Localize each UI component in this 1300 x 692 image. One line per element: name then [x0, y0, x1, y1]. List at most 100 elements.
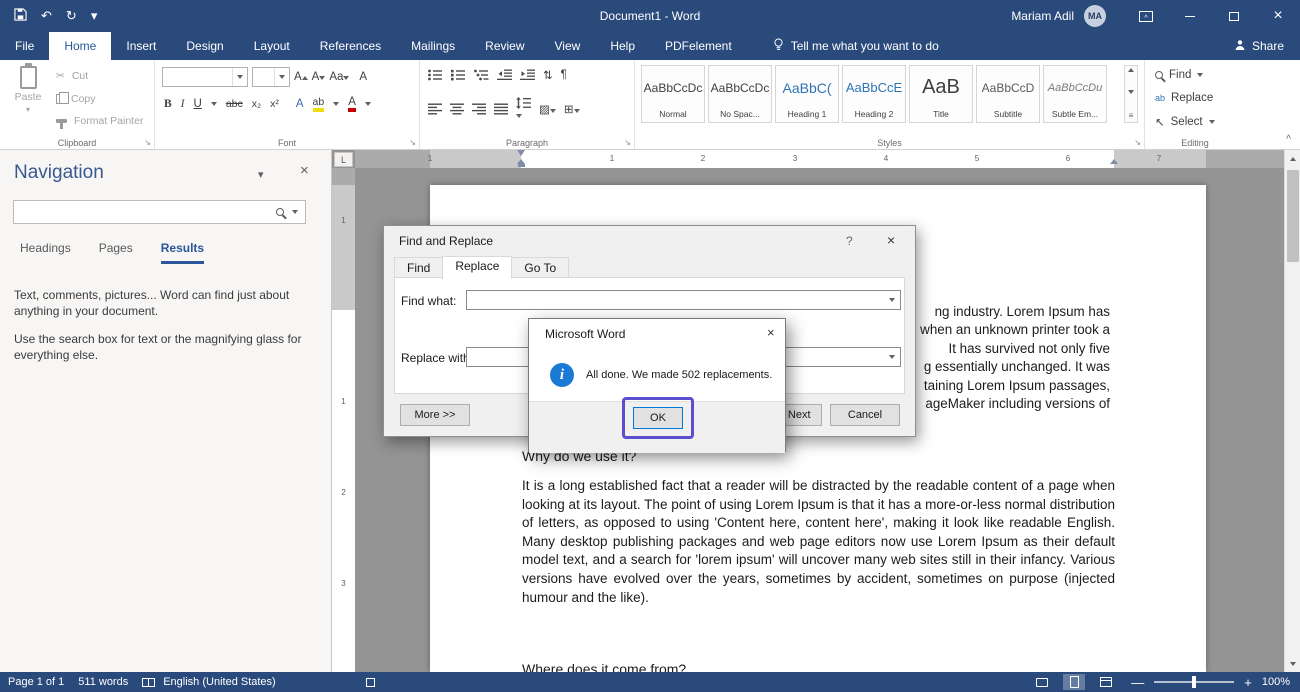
subscript-button[interactable]: x₂ — [252, 98, 261, 110]
proofing-status-button[interactable] — [142, 678, 155, 687]
tab-pdfelement[interactable]: PDFelement — [650, 32, 747, 60]
search-input[interactable] — [14, 201, 276, 223]
align-right-button[interactable] — [472, 103, 486, 115]
bold-button[interactable]: B — [164, 98, 172, 110]
macro-record-button[interactable] — [366, 678, 375, 687]
font-name-combobox[interactable] — [162, 67, 248, 87]
save-button[interactable] — [14, 8, 27, 24]
more-button[interactable]: More >> — [400, 404, 470, 426]
style-subtle-emphasis[interactable]: AaBbCcDuSubtle Em... — [1043, 65, 1107, 123]
close-button[interactable]: × — [1256, 0, 1300, 32]
minimize-button[interactable] — [1168, 0, 1212, 32]
zoom-in-button[interactable]: + — [1244, 675, 1252, 690]
alert-close-icon[interactable]: × — [767, 325, 775, 340]
decrease-indent-button[interactable] — [497, 69, 512, 81]
tab-file[interactable]: File — [0, 32, 49, 60]
strikethrough-button[interactable]: abc — [226, 98, 243, 110]
multilevel-list-button[interactable] — [474, 69, 489, 81]
tab-insert[interactable]: Insert — [111, 32, 171, 60]
tell-me-box[interactable]: Tell me what you want to do — [773, 32, 939, 60]
italic-button[interactable]: I — [181, 98, 185, 110]
cut-button[interactable]: ✂ Cut — [56, 70, 88, 82]
cancel-button[interactable]: Cancel — [830, 404, 900, 426]
style-title[interactable]: AaBTitle — [909, 65, 973, 123]
style-no-spacing[interactable]: AaBbCcDcNo Spac... — [708, 65, 772, 123]
superscript-button[interactable]: x² — [270, 98, 279, 110]
increase-indent-button[interactable] — [520, 69, 535, 81]
font-size-combobox[interactable] — [252, 67, 290, 87]
shading-button[interactable]: ▨ — [539, 102, 556, 116]
dialog-tab-find[interactable]: Find — [394, 257, 443, 279]
clipboard-dialog-launcher-icon[interactable]: ↘ — [144, 138, 151, 147]
style-normal[interactable]: AaBbCcDcNormal — [641, 65, 705, 123]
share-button[interactable]: Share — [1234, 32, 1284, 60]
font-color-button[interactable]: A — [348, 96, 356, 112]
right-indent-marker[interactable] — [1110, 159, 1118, 164]
vertical-ruler[interactable]: 1 1 2 3 — [332, 168, 355, 672]
word-count-label[interactable]: 511 words — [78, 676, 128, 688]
numbering-button[interactable] — [451, 69, 466, 81]
styles-scroll-down-icon[interactable] — [1128, 90, 1134, 94]
tab-layout[interactable]: Layout — [239, 32, 305, 60]
zoom-slider-thumb[interactable] — [1192, 676, 1196, 688]
undo-icon[interactable]: ↶ — [41, 8, 52, 24]
scrollbar-thumb[interactable] — [1287, 170, 1299, 262]
copy-button[interactable]: Copy — [56, 93, 96, 105]
text-effects-button[interactable]: A — [296, 98, 304, 110]
account-user-name[interactable]: Mariam Adil — [1011, 9, 1074, 23]
paragraph-dialog-launcher-icon[interactable]: ↘ — [624, 138, 631, 147]
document-scrollbar[interactable] — [1284, 150, 1300, 672]
language-label[interactable]: English (United States) — [163, 676, 276, 688]
help-icon[interactable]: ? — [846, 234, 853, 248]
maximize-button[interactable] — [1212, 0, 1256, 32]
horizontal-ruler[interactable]: 1 1 2 3 4 5 6 7 — [355, 150, 1284, 168]
sort-button[interactable]: ⇅ — [543, 68, 553, 82]
ok-button[interactable]: OK — [633, 407, 683, 429]
style-subtitle[interactable]: AaBbCcDSubtitle — [976, 65, 1040, 123]
styles-scroll-up-icon[interactable] — [1128, 68, 1134, 72]
show-formatting-marks-button[interactable]: ¶ — [561, 69, 567, 81]
page-count-label[interactable]: Page 1 of 1 — [8, 676, 64, 688]
navigation-close-icon[interactable]: × — [300, 162, 309, 179]
nav-tab-pages[interactable]: Pages — [99, 241, 133, 264]
tab-stop-selector[interactable]: L — [334, 152, 353, 167]
paste-button[interactable]: Paste ▾ — [8, 66, 48, 114]
font-dialog-launcher-icon[interactable]: ↘ — [409, 138, 416, 147]
underline-chevron-icon[interactable] — [211, 102, 217, 106]
tab-mailings[interactable]: Mailings — [396, 32, 470, 60]
redo-icon[interactable]: ↻ — [66, 8, 77, 24]
nav-tab-headings[interactable]: Headings — [20, 241, 71, 264]
styles-dialog-launcher-icon[interactable]: ↘ — [1134, 138, 1141, 147]
web-layout-button[interactable] — [1095, 674, 1117, 690]
tab-review[interactable]: Review — [470, 32, 539, 60]
customize-quick-access-icon[interactable]: ▾ — [91, 8, 98, 24]
borders-button[interactable]: ⊞ — [564, 102, 580, 116]
change-case-button[interactable]: Aa — [329, 71, 349, 83]
tab-home[interactable]: Home — [49, 32, 111, 60]
tab-view[interactable]: View — [540, 32, 596, 60]
tab-references[interactable]: References — [305, 32, 396, 60]
avatar[interactable]: MA — [1084, 5, 1106, 27]
print-layout-button[interactable] — [1063, 674, 1085, 690]
find-what-combobox[interactable] — [466, 290, 901, 310]
align-center-button[interactable] — [450, 103, 464, 115]
dialog-tab-goto[interactable]: Go To — [511, 257, 569, 279]
grow-font-button[interactable]: A — [294, 71, 308, 83]
underline-button[interactable]: U — [194, 98, 202, 110]
dialog-close-icon[interactable]: × — [887, 232, 895, 248]
shrink-font-button[interactable]: A — [312, 71, 326, 83]
format-painter-button[interactable]: Format Painter — [56, 115, 143, 127]
line-spacing-button[interactable] — [516, 97, 531, 121]
style-heading-2[interactable]: AaBbCcEHeading 2 — [842, 65, 906, 123]
scroll-down-button[interactable] — [1285, 655, 1300, 672]
clear-formatting-button[interactable]: A — [359, 71, 367, 83]
tab-design[interactable]: Design — [171, 32, 238, 60]
select-button[interactable]: ↖ Select — [1155, 115, 1215, 129]
navigation-options-icon[interactable]: ▾ — [258, 168, 264, 181]
left-indent-marker[interactable] — [518, 164, 525, 167]
justify-button[interactable] — [494, 103, 508, 115]
find-button[interactable]: Find — [1155, 69, 1203, 81]
zoom-out-button[interactable]: — — [1131, 675, 1144, 690]
search-chevron-icon[interactable] — [292, 210, 298, 214]
replace-button[interactable]: ab Replace — [1155, 92, 1213, 104]
